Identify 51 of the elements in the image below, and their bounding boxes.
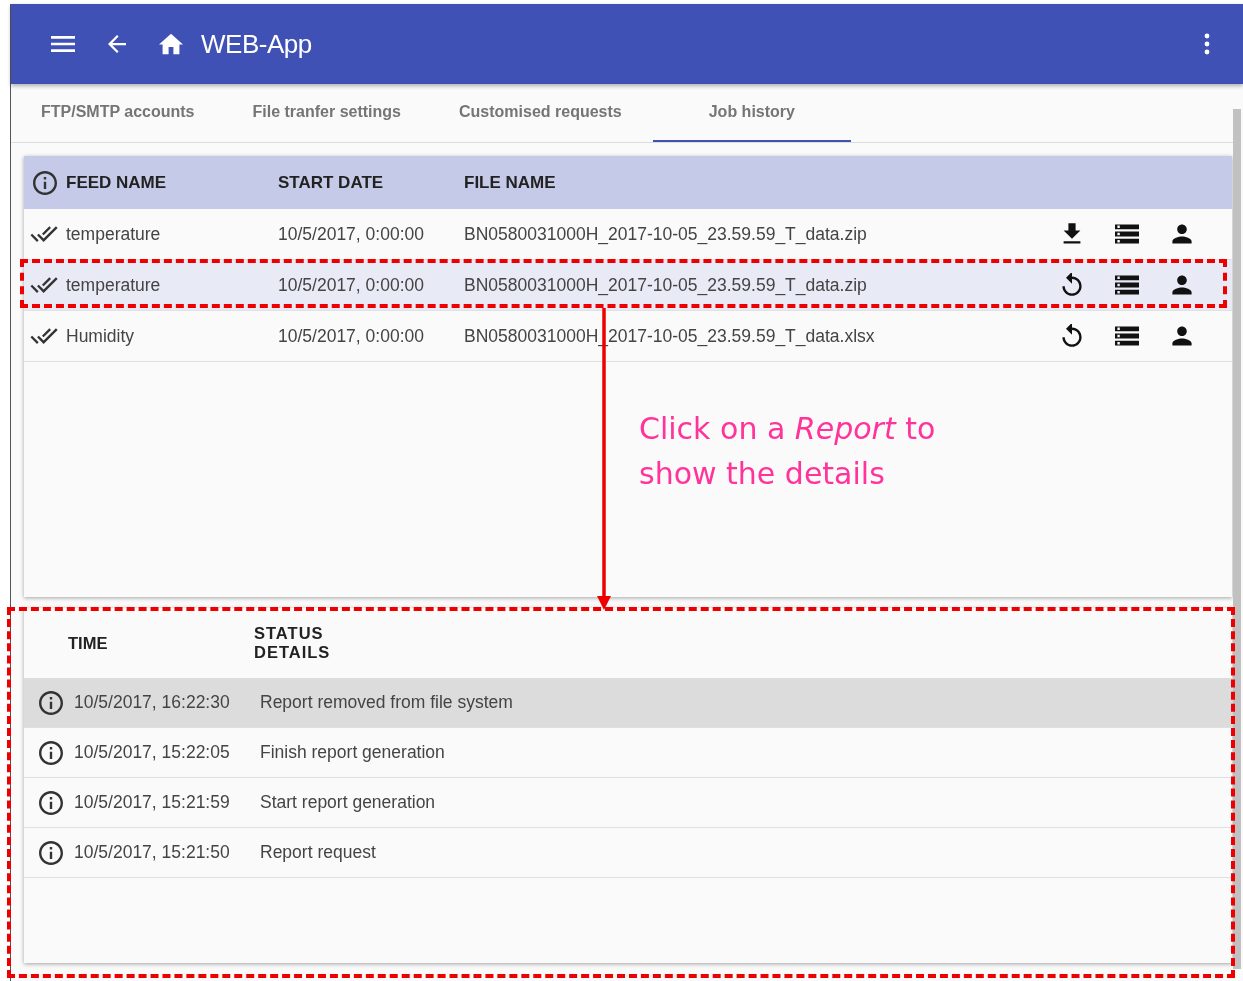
tab[interactable]: FTP/SMTP accounts [13,84,223,142]
table-cell: Report removed from file system [260,692,513,713]
column-header: FEED NAME [66,172,168,193]
table-cell-text: 10/5/2017, 0:00:00 [278,223,425,245]
table-cell-text: BN0580031000H_2017-10-05_23.59.59_T_data.zip [464,274,868,296]
column-header: TIME [68,633,109,653]
app-title: WEB-App [201,28,312,60]
person-icon[interactable] [1169,222,1194,246]
table-row[interactable]: 10/5/2017, 15:21:59 Start report generation [24,778,1232,828]
home-icon[interactable] [159,33,183,55]
table-row[interactable]: 10/5/2017, 16:22:30 Report removed from file system [24,678,1232,728]
list-icon[interactable] [1114,222,1139,246]
person-icon[interactable] [1169,324,1194,348]
table-row[interactable]: 10/5/2017, 15:22:05 Finish report generation [24,728,1232,778]
table-cell: Finish report generation [260,742,445,763]
double-check-icon [30,328,58,344]
table-cell-text: 10/5/2017, 15:22:05 [74,742,231,763]
double-check-icon [30,226,58,242]
circular-arrow-icon[interactable] [1059,324,1084,348]
more-options-icon[interactable] [1204,33,1210,55]
menu-icon[interactable] [51,35,75,53]
table-cell: Report request [260,842,376,863]
scrollbar[interactable] [1233,109,1241,969]
column-header: FILE NAME [464,172,557,193]
tab[interactable]: Customised requests [431,84,650,142]
table-cell-text: 10/5/2017, 0:00:00 [278,325,425,347]
table-cell-text: 10/5/2017, 15:21:50 [74,842,231,863]
circular-arrow-icon[interactable] [1059,273,1084,297]
info-icon [39,740,63,765]
callout-text: Click on a Report to show the details [639,410,937,493]
column-header: STATUS DETAILS [254,624,332,662]
info-icon [39,790,63,815]
table-cell-text: 10/5/2017, 0:00:00 [278,274,425,296]
tab[interactable]: File tranfer settings [222,84,431,142]
table-cell-text: temperature [66,223,162,245]
table-cell: Start report generation [260,792,436,813]
person-icon[interactable] [1169,273,1194,297]
table-cell-text: temperature [66,274,162,296]
table-cell-text: Humidity [66,325,136,347]
info-icon [33,170,57,195]
table-cell-text: 10/5/2017, 16:22:30 [74,692,231,713]
double-check-icon [30,277,58,293]
table-cell-text: BN0580031000H_2017-10-05_23.59.59_T_data.zip [464,223,868,245]
list-icon[interactable] [1114,324,1139,348]
tab[interactable]: Job history [652,84,851,142]
table-row[interactable]: 10/5/2017, 15:21:50 Report request [24,828,1232,878]
info-icon [39,840,63,865]
list-icon[interactable] [1114,273,1139,297]
info-icon [39,690,63,715]
table-cell-text: 10/5/2017, 15:21:59 [74,792,231,813]
column-header: START DATE [278,172,385,193]
